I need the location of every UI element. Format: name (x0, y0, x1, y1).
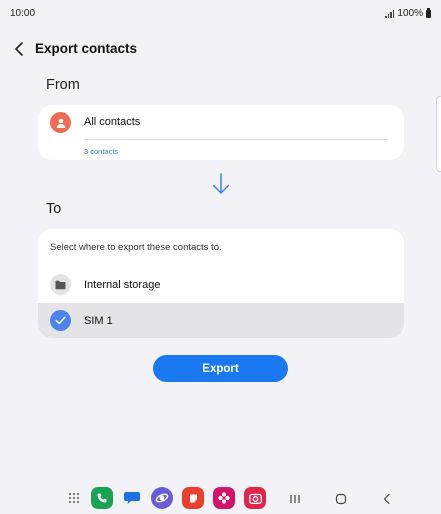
from-contact-count: 3 contacts (84, 147, 119, 156)
status-indicators: 100% (385, 8, 431, 19)
status-bar: 10:00 100% (0, 0, 441, 26)
from-source-card[interactable]: All contacts 3 contacts (38, 105, 404, 160)
page-title: Export contacts (35, 41, 138, 56)
contact-avatar-icon (50, 112, 71, 133)
option-internal-storage[interactable]: Internal storage (38, 267, 404, 303)
status-time: 10:00 (10, 8, 36, 19)
internet-app-icon[interactable] (151, 487, 173, 509)
folder-icon (50, 274, 71, 295)
option-sim-1[interactable]: SIM 1 (38, 303, 404, 338)
to-destination-card: Select where to export these contacts to… (38, 229, 404, 338)
check-icon (50, 310, 71, 331)
app-bar: Export contacts (0, 36, 441, 62)
notes-app-icon[interactable] (182, 487, 204, 509)
back-icon[interactable] (377, 489, 397, 509)
signal-icon (385, 9, 395, 18)
from-source-title: All contacts (84, 116, 141, 128)
option-label: SIM 1 (84, 315, 113, 327)
arrow-down-icon (210, 172, 232, 196)
battery-icon (426, 8, 431, 18)
export-button[interactable]: Export (153, 355, 288, 382)
to-hint-text: Select where to export these contacts to… (50, 242, 222, 253)
messages-app-icon[interactable] (121, 487, 143, 509)
from-section-label: From (46, 77, 80, 93)
battery-percent: 100% (397, 8, 423, 19)
divider (84, 139, 388, 140)
edge-panel-handle[interactable] (436, 96, 441, 172)
recents-icon[interactable] (285, 489, 305, 509)
to-section-label: To (46, 201, 62, 217)
phone-app-icon[interactable] (91, 487, 113, 509)
back-button[interactable] (11, 40, 29, 58)
home-icon[interactable] (331, 489, 351, 509)
camera-app-icon[interactable] (244, 487, 266, 509)
option-label: Internal storage (84, 279, 161, 291)
taskbar (0, 487, 441, 511)
chevron-left-icon (15, 42, 23, 56)
gallery-app-icon[interactable] (213, 487, 235, 509)
apps-grid-icon[interactable] (63, 487, 85, 509)
